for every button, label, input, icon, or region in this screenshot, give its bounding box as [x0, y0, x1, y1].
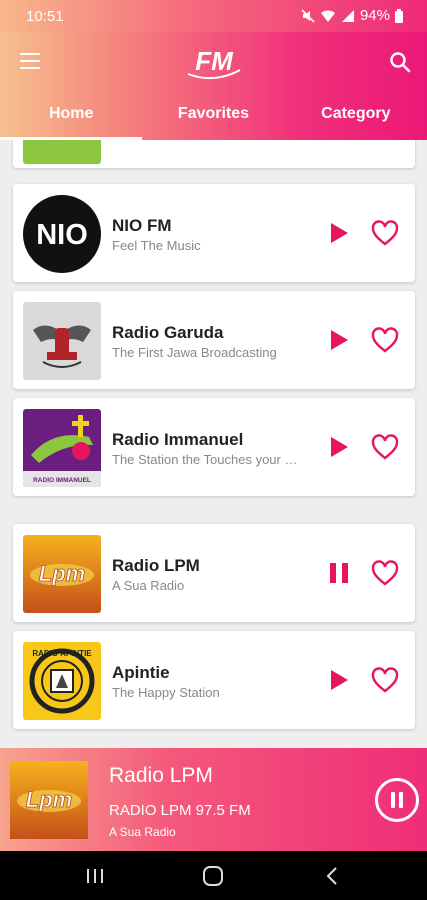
tab-category[interactable]: Category [285, 98, 427, 140]
now-playing-subtitle: RADIO LPM 97.5 FM [109, 802, 251, 819]
tab-home[interactable]: Home [0, 98, 143, 140]
station-tagline: Feel The Music [112, 238, 201, 253]
now-playing-title: Radio LPM [109, 764, 213, 787]
play-icon[interactable] [329, 669, 349, 691]
station-logo [23, 302, 101, 380]
home-icon[interactable] [202, 865, 224, 887]
station-name: Radio Immanuel [112, 430, 244, 449]
mute-icon [301, 8, 315, 23]
svg-text:Lpm: Lpm [39, 561, 85, 586]
battery-icon [395, 8, 403, 23]
back-icon[interactable] [322, 865, 344, 887]
svg-text:FM: FM [195, 46, 234, 76]
pause-button[interactable] [375, 778, 419, 822]
heart-icon[interactable] [371, 560, 399, 586]
tab-favorites[interactable]: Favorites [142, 98, 284, 140]
battery-percent: 94% [359, 7, 390, 24]
svg-text:RADIO APINTIE: RADIO APINTIE [32, 649, 92, 658]
now-playing-bar[interactable]: Lpm Radio LPM RADIO LPM 97.5 FM A Sua Ra… [0, 748, 427, 851]
svg-text:RADIO IMMANUEL: RADIO IMMANUEL [33, 477, 91, 484]
station-tagline: The First Jawa Broadcasting [112, 345, 277, 360]
station-logo: Lpm [23, 535, 101, 613]
status-time: 10:51 [26, 8, 64, 25]
system-nav-bar [0, 851, 427, 900]
station-logo: RADIO IMMANUEL [23, 409, 101, 487]
signal-icon [341, 9, 354, 22]
station-card[interactable]: RADIO APINTIE Apintie The Happy Station [13, 631, 415, 729]
station-name: NIO FM [112, 216, 172, 235]
station-card[interactable]: Radio Garuda The First Jawa Broadcasting [13, 291, 415, 389]
heart-icon[interactable] [371, 327, 399, 353]
station-logo-partial [23, 140, 101, 164]
station-name: Radio LPM [112, 556, 200, 575]
app-bar: FM Home Favorites Category [0, 32, 427, 140]
app-logo: FM [187, 46, 241, 80]
menu-icon[interactable] [20, 53, 40, 69]
recents-icon[interactable] [84, 865, 106, 887]
heart-icon[interactable] [371, 220, 399, 246]
heart-icon[interactable] [371, 667, 399, 693]
station-tagline: The Happy Station [112, 685, 220, 700]
now-playing-logo: Lpm [10, 761, 88, 839]
tab-favorites-label: Favorites [177, 105, 250, 122]
svg-text:NIO: NIO [36, 219, 88, 251]
now-playing-tagline: A Sua Radio [109, 825, 176, 839]
station-tagline: A Sua Radio [112, 578, 185, 593]
tab-bar: Home Favorites Category [0, 98, 427, 140]
tab-category-label: Category [321, 105, 391, 122]
svg-text:Lpm: Lpm [26, 787, 72, 812]
station-card[interactable]: Lpm Radio LPM A Sua Radio [13, 524, 415, 622]
station-name: Radio Garuda [112, 323, 224, 342]
search-icon[interactable] [389, 51, 411, 73]
station-logo: NIO [23, 195, 101, 273]
wifi-icon [320, 9, 335, 22]
play-icon[interactable] [329, 436, 349, 458]
status-bar: 10:51 94% [0, 0, 427, 32]
station-list[interactable]: NIO NIO FM Feel The Music Radio Garuda T… [0, 140, 427, 748]
station-card[interactable]: RADIO IMMANUEL Radio Immanuel The Statio… [13, 398, 415, 496]
station-tagline: The Station the Touches your … [112, 452, 298, 467]
tab-home-label: Home [48, 105, 94, 122]
station-card-partial[interactable] [13, 140, 415, 168]
play-icon[interactable] [329, 222, 349, 244]
heart-icon[interactable] [371, 434, 399, 460]
pause-icon[interactable] [329, 562, 349, 584]
station-card[interactable]: NIO NIO FM Feel The Music [13, 184, 415, 282]
station-name: Apintie [112, 663, 170, 682]
station-logo: RADIO APINTIE [23, 642, 101, 720]
play-icon[interactable] [329, 329, 349, 351]
